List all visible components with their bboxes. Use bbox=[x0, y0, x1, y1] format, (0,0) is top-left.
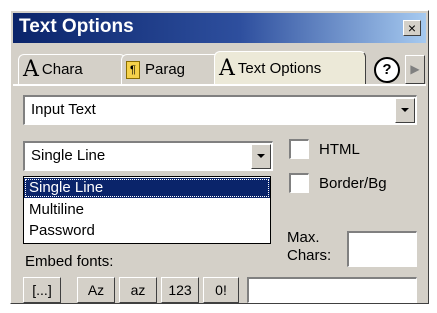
max-chars-input[interactable] bbox=[347, 231, 417, 267]
max-chars-label-line1: Max. bbox=[287, 229, 320, 246]
paragraph-icon: ¶ bbox=[126, 60, 140, 79]
html-label: HTML bbox=[319, 141, 360, 158]
embed-punctuation-button[interactable]: 0! bbox=[203, 277, 239, 303]
text-type-value: Input Text bbox=[31, 101, 96, 118]
panel-titlebar[interactable]: Text Options × bbox=[13, 13, 426, 43]
tab-divider bbox=[13, 84, 426, 86]
line-type-dropdown[interactable]: Single Line bbox=[23, 141, 273, 171]
embed-lowercase-button[interactable]: az bbox=[119, 277, 157, 303]
max-chars-label-line2: Chars: bbox=[287, 247, 332, 264]
html-checkbox[interactable] bbox=[289, 139, 309, 159]
embed-chars-input[interactable] bbox=[247, 277, 417, 303]
chevron-down-icon[interactable] bbox=[395, 98, 415, 123]
line-type-value: Single Line bbox=[31, 147, 106, 164]
tab-text-options-label: Text Options bbox=[237, 59, 322, 77]
close-button[interactable]: × bbox=[403, 20, 421, 36]
text-options-panel: Text Options × A Chara ¶ Parag A Text Op… bbox=[10, 10, 429, 304]
text-type-dropdown[interactable]: Input Text bbox=[23, 95, 417, 125]
tab-character-label: Chara bbox=[41, 61, 83, 78]
embed-fonts-label: Embed fonts: bbox=[25, 253, 114, 270]
embed-numerals-button[interactable]: 123 bbox=[161, 277, 199, 303]
tab-text-options[interactable]: A Text Options bbox=[214, 51, 366, 84]
chevron-down-icon[interactable] bbox=[251, 144, 271, 169]
tab-scroll-right-icon[interactable]: ▶ bbox=[405, 55, 425, 84]
embed-none-button[interactable]: [...] bbox=[23, 277, 61, 303]
border-bg-label: Border/Bg bbox=[319, 175, 387, 192]
tab-paragraph-label: Parag bbox=[145, 61, 186, 78]
line-type-options-list[interactable]: Single Line Multiline Password bbox=[23, 176, 271, 244]
character-a-icon: A bbox=[23, 57, 39, 82]
option-multiline[interactable]: Multiline bbox=[24, 200, 270, 220]
text-a-icon: A bbox=[219, 55, 235, 81]
panel-title: Text Options bbox=[19, 16, 134, 37]
option-single-line[interactable]: Single Line bbox=[24, 178, 270, 198]
tab-character[interactable]: A Chara bbox=[18, 54, 126, 84]
tab-paragraph[interactable]: ¶ Parag bbox=[121, 54, 221, 84]
option-password[interactable]: Password bbox=[24, 221, 270, 241]
embed-uppercase-button[interactable]: Az bbox=[77, 277, 115, 303]
border-bg-checkbox[interactable] bbox=[289, 173, 309, 193]
help-button[interactable]: ? bbox=[374, 57, 400, 83]
